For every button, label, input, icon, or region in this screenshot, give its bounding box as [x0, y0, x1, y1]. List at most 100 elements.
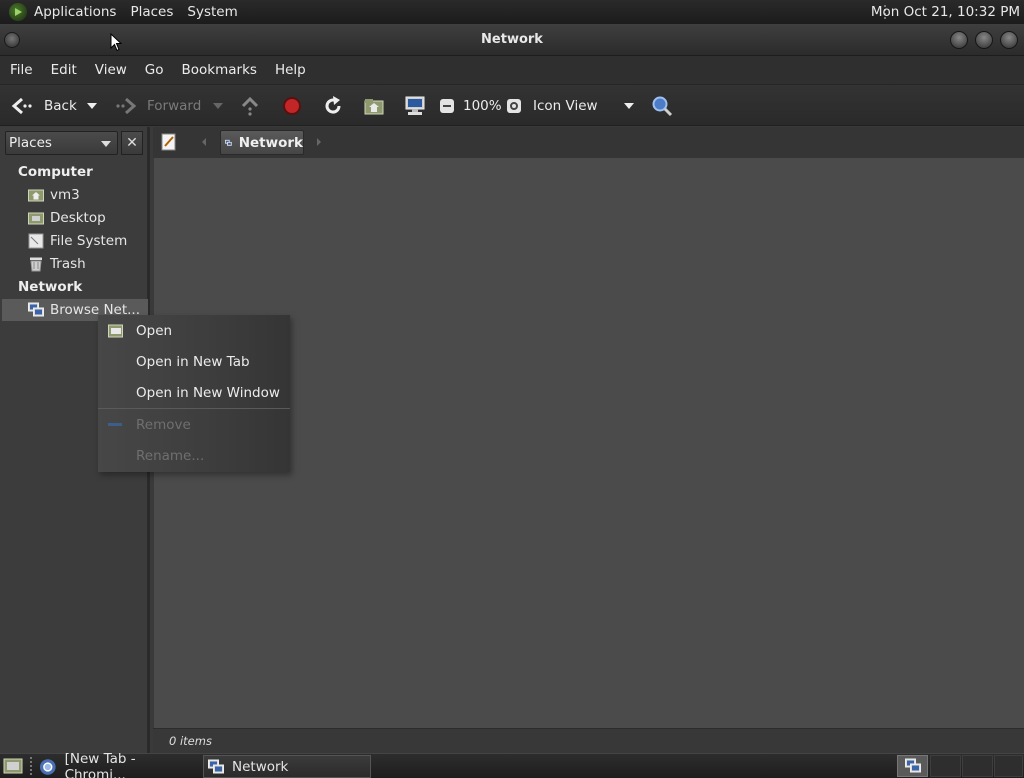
mouse-cursor-icon [110, 33, 122, 52]
zoom-out-icon [440, 99, 454, 113]
context-menu-remove[interactable]: Remove [98, 410, 290, 440]
zoom-level-text: 100% [463, 98, 502, 114]
zoom-out-button[interactable] [439, 85, 455, 127]
chevron-down-icon [101, 141, 111, 147]
chevron-down-icon [624, 103, 634, 109]
workspace-1[interactable] [897, 755, 928, 777]
panel-separator [30, 757, 32, 775]
menu-file[interactable]: File [3, 62, 40, 78]
show-desktop-icon [3, 758, 23, 774]
task-network-label: Network [232, 758, 289, 775]
maximize-button[interactable] [975, 31, 993, 49]
path-button-label: Network [238, 134, 303, 151]
sidebar-item-file-system[interactable]: File System [28, 230, 127, 252]
zoom-level[interactable]: 100% [463, 85, 502, 127]
reload-button[interactable] [322, 85, 344, 127]
remove-icon [108, 423, 122, 426]
sidebar-item-desktop[interactable]: Desktop [28, 207, 106, 229]
back-button[interactable]: Back [10, 85, 77, 127]
task-chromium[interactable]: [New Tab - Chromi... [36, 751, 198, 778]
context-menu-rename[interactable]: Rename... [98, 441, 290, 471]
menu-go[interactable]: Go [138, 62, 171, 78]
sidebar-item-vm3[interactable]: vm3 [28, 184, 80, 206]
menu-view[interactable]: View [88, 62, 134, 78]
stop-icon [283, 97, 301, 115]
context-menu-remove-label: Remove [136, 417, 191, 433]
reload-icon [325, 96, 341, 114]
workspace-3[interactable] [962, 755, 993, 777]
forward-history-dropdown[interactable] [212, 85, 224, 127]
bottom-panel: [New Tab - Chromi... Network [0, 751, 1024, 778]
forward-arrow-icon [116, 97, 137, 115]
path-scroll-right-button[interactable] [316, 136, 322, 151]
home-folder-icon [28, 189, 44, 202]
top-panel: Applications Places System Mon Oct 21, 1… [0, 0, 1024, 24]
location-bar: Network [153, 127, 1024, 158]
back-history-dropdown[interactable] [86, 85, 98, 127]
chevron-down-icon [213, 103, 223, 109]
view-mode-select[interactable]: Icon View [533, 85, 598, 127]
workspace-2[interactable] [930, 755, 961, 777]
context-menu-open-new-tab-label: Open in New Tab [136, 354, 250, 370]
stop-button[interactable] [282, 85, 302, 127]
chevron-left-icon [202, 138, 206, 146]
applications-menu[interactable]: Applications [27, 0, 123, 24]
forward-button[interactable]: Forward [114, 85, 201, 127]
up-button[interactable] [240, 85, 260, 127]
context-menu-open-new-window[interactable]: Open in New Window [98, 378, 290, 408]
computer-button[interactable] [404, 85, 426, 127]
menu-edit[interactable]: Edit [44, 62, 84, 78]
desktop-folder-icon [28, 212, 44, 225]
zoom-in-button[interactable] [506, 85, 522, 127]
close-window-button[interactable] [1000, 31, 1018, 49]
clock[interactable]: Mon Oct 21, 10:32 PM [871, 0, 1020, 24]
back-arrow-icon [11, 97, 32, 115]
task-chromium-label: [New Tab - Chromi... [64, 750, 136, 778]
task-network[interactable]: Network [203, 755, 371, 778]
chromium-icon [39, 758, 56, 775]
view-mode-label: Icon View [533, 98, 598, 114]
chevron-down-icon [87, 103, 97, 109]
sidebar-item-label: vm3 [50, 187, 80, 203]
menubar: File Edit View Go Bookmarks Help [0, 56, 1024, 84]
context-menu-open-new-tab[interactable]: Open in New Tab [98, 347, 290, 377]
sidebar-item-trash[interactable]: Trash [28, 253, 86, 275]
context-menu-open-new-window-label: Open in New Window [136, 385, 280, 401]
network-icon [904, 758, 921, 773]
search-icon [652, 96, 673, 117]
system-menu[interactable]: System [180, 0, 244, 24]
statusbar: 0 items [153, 728, 1024, 753]
window-title: Network [481, 32, 543, 47]
applications-logo-icon[interactable] [9, 3, 27, 21]
toggle-location-entry-button[interactable] [161, 133, 177, 155]
workspace-4[interactable] [994, 755, 1023, 777]
context-menu-open-label: Open [136, 323, 173, 339]
forward-label: Forward [147, 98, 202, 114]
minimize-button[interactable] [950, 31, 968, 49]
trash-icon [30, 257, 42, 272]
close-side-pane-button[interactable]: ✕ [121, 131, 143, 155]
path-button-network[interactable]: Network [220, 130, 304, 155]
network-icon [28, 302, 44, 317]
item-count: 0 items [169, 734, 212, 748]
toolbar: Back Forward 100% Icon View [0, 84, 1024, 126]
side-pane-selector[interactable]: Places [5, 131, 118, 155]
computer-icon [405, 96, 425, 115]
network-heading: Network [18, 279, 83, 295]
context-menu: Open Open in New Tab Open in New Window … [98, 315, 290, 472]
home-button[interactable] [364, 85, 384, 127]
path-scroll-left-button[interactable] [201, 136, 207, 151]
open-folder-icon [108, 324, 123, 338]
search-button[interactable] [651, 85, 673, 127]
places-menu[interactable]: Places [123, 0, 180, 24]
menu-bookmarks[interactable]: Bookmarks [175, 62, 264, 78]
sidebar-item-label: File System [50, 233, 128, 249]
drive-icon [28, 233, 44, 249]
context-menu-separator [98, 408, 290, 409]
window-titlebar[interactable]: Network [0, 24, 1024, 56]
back-label: Back [44, 98, 77, 114]
view-mode-dropdown[interactable] [623, 85, 635, 127]
show-desktop-button[interactable] [3, 757, 23, 778]
menu-help[interactable]: Help [268, 62, 313, 78]
context-menu-open[interactable]: Open [98, 316, 290, 346]
